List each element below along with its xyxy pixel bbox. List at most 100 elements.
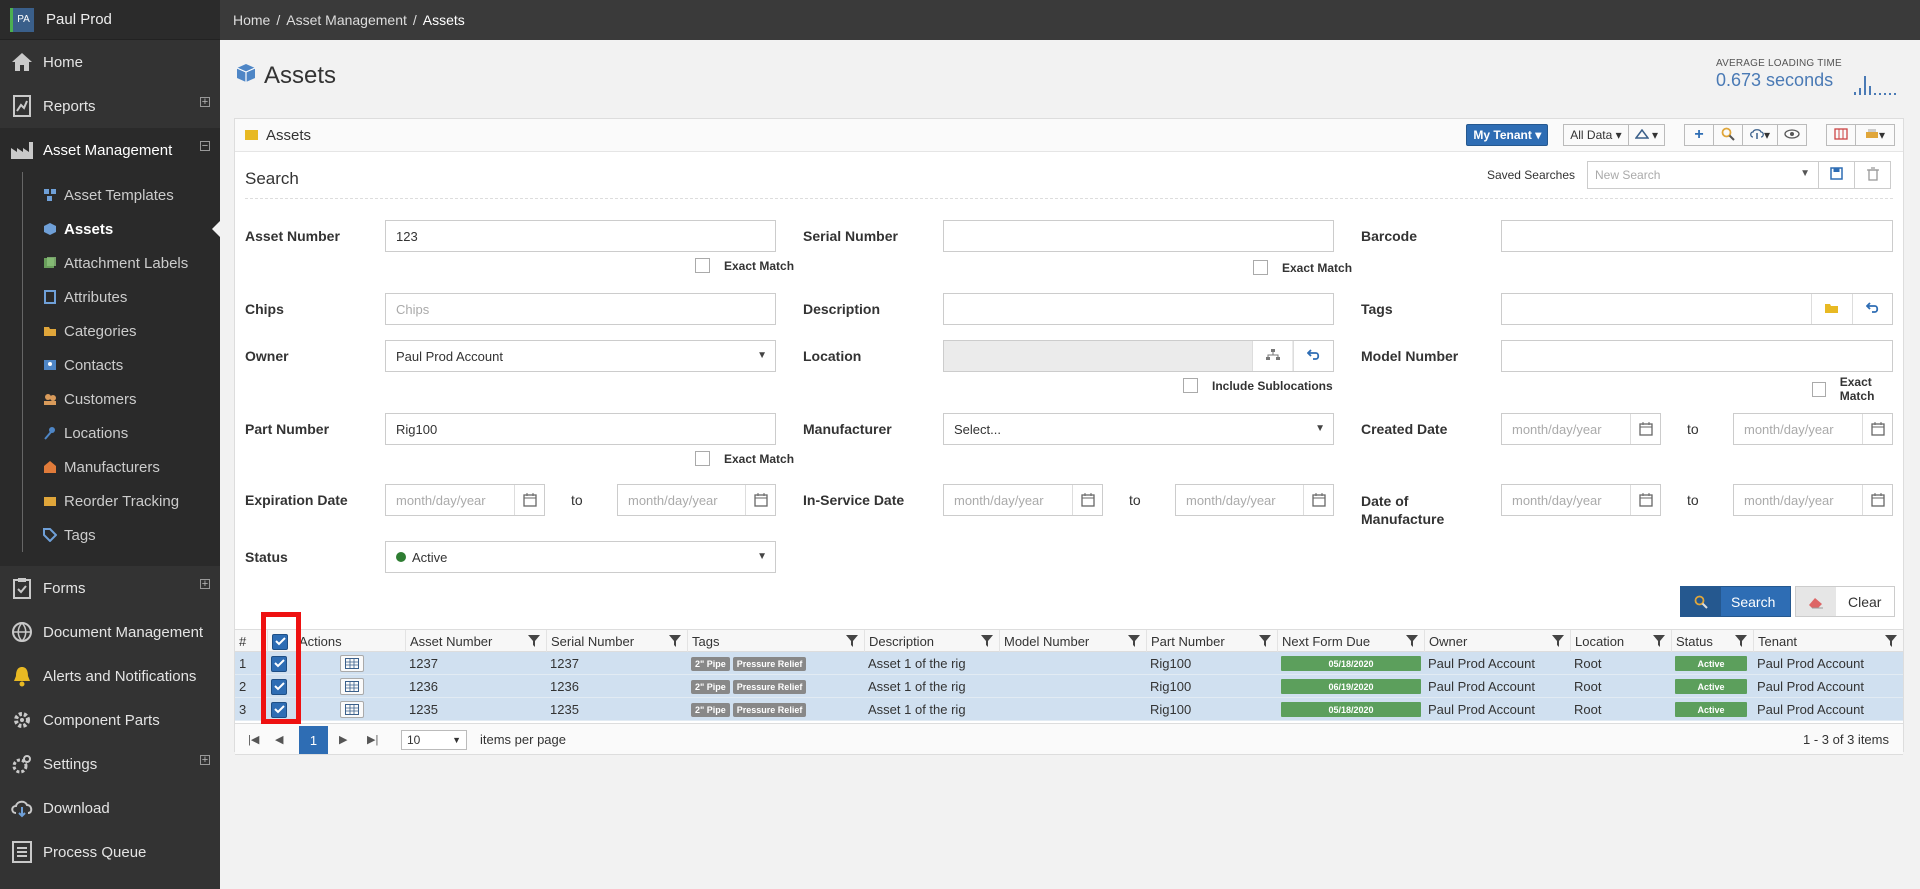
view-button[interactable]	[1777, 124, 1807, 146]
filter-icon[interactable]	[1735, 635, 1747, 650]
calendar-icon[interactable]	[745, 485, 775, 515]
row-details-button[interactable]	[340, 701, 364, 718]
include-sublocations[interactable]: Include Sublocations	[1183, 378, 1333, 393]
checkbox[interactable]	[1812, 381, 1826, 397]
sidebar-item-attributes[interactable]: Attributes	[0, 280, 220, 314]
model-number-exact-match[interactable]: Exact Match	[1812, 375, 1903, 403]
breadcrumb-home[interactable]: Home	[233, 12, 270, 28]
created-date-to[interactable]: month/day/year	[1733, 413, 1893, 445]
filter-icon[interactable]	[1885, 635, 1897, 650]
filter-icon[interactable]	[1406, 635, 1418, 650]
tags-reset-button[interactable]	[1852, 294, 1892, 324]
expiration-date-from[interactable]: month/day/year	[385, 484, 545, 516]
calendar-icon[interactable]	[1862, 485, 1892, 515]
serial-number-input[interactable]	[943, 220, 1334, 252]
column-header-part-number[interactable]: Part Number	[1146, 630, 1277, 653]
calendar-icon[interactable]	[1630, 414, 1660, 444]
barcode-input[interactable]	[1501, 220, 1893, 252]
sidebar-item-locations[interactable]: Locations	[0, 416, 220, 450]
sidebar-item-forms[interactable]: Forms +	[0, 566, 220, 610]
column-header-tenant[interactable]: Tenant	[1753, 630, 1903, 653]
filter-icon[interactable]	[1552, 635, 1564, 650]
serial-number-exact-match[interactable]: Exact Match	[1253, 260, 1352, 275]
calendar-icon[interactable]	[1630, 485, 1660, 515]
tags-input[interactable]	[1501, 293, 1893, 325]
saved-searches-select[interactable]: New Search ▼	[1587, 161, 1819, 189]
collapse-icon[interactable]: −	[200, 141, 210, 152]
search-button-toolbar[interactable]	[1713, 124, 1743, 146]
checkbox[interactable]	[1253, 260, 1268, 275]
sidebar-item-manufacturers[interactable]: Manufacturers	[0, 450, 220, 484]
expand-icon[interactable]: +	[200, 755, 210, 766]
manufacture-date-to[interactable]: month/day/year	[1733, 484, 1893, 516]
column-header-description[interactable]: Description	[864, 630, 999, 653]
in-service-date-to[interactable]: month/day/year	[1175, 484, 1334, 516]
filter-icon[interactable]	[846, 635, 858, 650]
asset-number-exact-match[interactable]: Exact Match	[695, 258, 794, 273]
clear-button[interactable]: Clear	[1795, 586, 1895, 617]
tags-picker-button[interactable]	[1811, 294, 1851, 324]
part-number-input[interactable]: Rig100	[385, 413, 776, 445]
sidebar-item-alerts[interactable]: Alerts and Notifications	[0, 654, 220, 698]
sidebar-item-settings[interactable]: Settings +	[0, 742, 220, 786]
next-page-icon[interactable]: ▶	[339, 733, 347, 746]
sidebar-item-asset-templates[interactable]: Asset Templates	[0, 178, 220, 212]
sidebar-item-reports[interactable]: Reports +	[0, 84, 220, 128]
sidebar-item-component-parts[interactable]: Component Parts	[0, 698, 220, 742]
model-number-input[interactable]	[1501, 340, 1893, 372]
row-checkbox[interactable]	[271, 678, 287, 695]
first-page-icon[interactable]: |◀	[248, 733, 259, 746]
filter-icon[interactable]	[528, 635, 540, 650]
calendar-icon[interactable]	[1303, 485, 1333, 515]
filter-icon[interactable]	[669, 635, 681, 650]
layers-dropdown[interactable]: ▾	[1627, 124, 1665, 146]
column-header-asset-number[interactable]: Asset Number	[405, 630, 546, 653]
row-checkbox[interactable]	[271, 655, 287, 672]
breadcrumb-asset-management[interactable]: Asset Management	[286, 12, 407, 28]
sidebar-item-assets[interactable]: Assets	[0, 212, 220, 246]
sidebar-item-download[interactable]: Download	[0, 786, 220, 830]
filter-icon[interactable]	[1128, 635, 1140, 650]
filter-icon[interactable]	[1259, 635, 1271, 650]
sidebar-item-home[interactable]: Home	[0, 40, 220, 84]
asset-number-input[interactable]: 123	[385, 220, 776, 252]
row-details-button[interactable]	[340, 678, 364, 695]
manufacture-date-from[interactable]: month/day/year	[1501, 484, 1661, 516]
delete-search-button[interactable]	[1855, 161, 1891, 189]
sidebar-item-document-management[interactable]: Document Management	[0, 610, 220, 654]
prev-page-icon[interactable]: ◀	[275, 733, 283, 746]
user-brand[interactable]: PA Paul Prod	[0, 0, 220, 40]
save-search-button[interactable]	[1819, 161, 1855, 189]
in-service-date-from[interactable]: month/day/year	[943, 484, 1103, 516]
column-header-tags[interactable]: Tags	[687, 630, 864, 653]
column-header-model-number[interactable]: Model Number	[999, 630, 1146, 653]
expand-icon[interactable]: +	[200, 579, 210, 590]
checkbox[interactable]	[1183, 378, 1198, 393]
select-all-checkbox[interactable]	[272, 633, 288, 650]
page-size-select[interactable]: 10 ▼	[401, 730, 467, 750]
status-select[interactable]: Active ▼	[385, 541, 776, 573]
search-button[interactable]: Search	[1680, 586, 1791, 617]
download-dropdown[interactable]: ▾	[1742, 124, 1778, 146]
sidebar-item-categories[interactable]: Categories	[0, 314, 220, 348]
description-input[interactable]	[943, 293, 1334, 325]
column-header-owner[interactable]: Owner	[1424, 630, 1570, 653]
sidebar-item-customers[interactable]: Customers	[0, 382, 220, 416]
owner-select[interactable]: Paul Prod Account ▼	[385, 340, 776, 372]
location-input[interactable]	[943, 340, 1334, 372]
checkbox[interactable]	[695, 258, 710, 273]
my-tenant-dropdown[interactable]: My Tenant ▾	[1466, 124, 1549, 146]
sidebar-item-contacts[interactable]: Contacts	[0, 348, 220, 382]
filter-icon[interactable]	[1653, 635, 1665, 650]
row-checkbox[interactable]	[271, 701, 287, 718]
table-row[interactable]: 3 1235 1235 2" Pipe Pressure Relief Asset…	[235, 698, 1903, 721]
column-header-status[interactable]: Status	[1671, 630, 1753, 653]
map-button[interactable]	[1826, 124, 1856, 146]
all-data-dropdown[interactable]: All Data ▾	[1563, 124, 1629, 146]
filter-icon[interactable]	[981, 635, 993, 650]
location-tree-button[interactable]	[1252, 341, 1292, 371]
sidebar-item-tags[interactable]: Tags	[0, 518, 220, 552]
column-header-next-form-due[interactable]: Next Form Due	[1277, 630, 1424, 653]
print-dropdown[interactable]: ▾	[1855, 124, 1895, 146]
location-reset-button[interactable]	[1293, 341, 1333, 371]
